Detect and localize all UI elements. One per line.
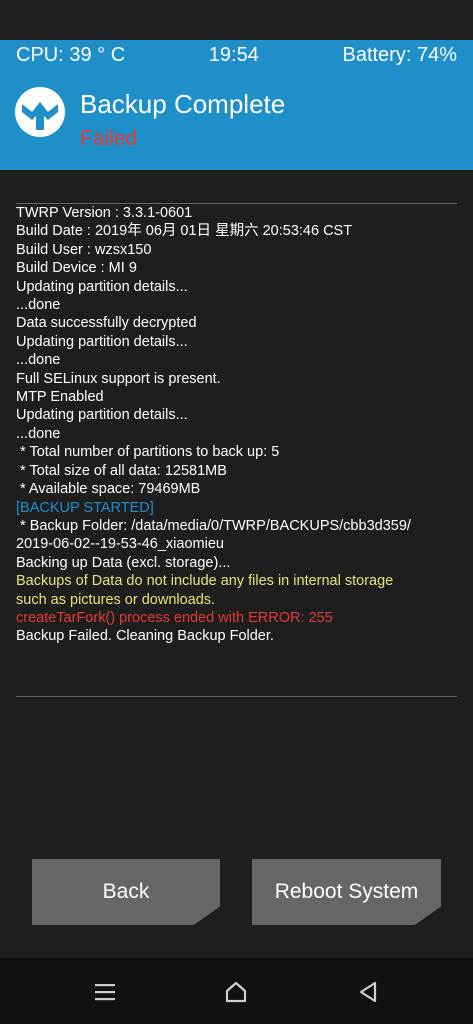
log-line: Backup Failed. Cleaning Backup Folder.	[16, 628, 274, 645]
menu-icon[interactable]	[93, 980, 117, 1004]
navigation-bar	[0, 958, 473, 1024]
log-line: Build User : wzsx150	[16, 241, 152, 258]
clock: 19:54	[208, 44, 259, 66]
log-line: * Total number of partitions to back up:…	[16, 444, 280, 461]
log-line: Backups of Data do not include any files…	[16, 573, 394, 590]
log-line: Updating partition details...	[16, 407, 188, 424]
log-line: Updating partition details...	[16, 333, 188, 350]
header: Backup Complete Failed	[0, 71, 473, 170]
log-line: MTP Enabled	[16, 389, 104, 406]
home-icon[interactable]	[224, 980, 248, 1004]
twrp-logo-icon	[15, 87, 65, 137]
back-triangle-icon[interactable]	[356, 980, 380, 1004]
log-line: Backing up Data (excl. storage)...	[16, 554, 231, 571]
log-line: 2019-06-02--19-53-46_xiaomieu	[16, 536, 224, 553]
status-bar: CPU: 39 ° C 19:54 Battery: 74%	[0, 40, 473, 71]
log-line: ...done	[16, 297, 61, 314]
log-line: [BACKUP STARTED]	[16, 499, 154, 516]
top-strip	[0, 0, 473, 40]
log-line: ...done	[16, 352, 61, 369]
log-line: Build Device : MI 9	[16, 260, 137, 277]
page-title: Backup Complete	[80, 89, 286, 119]
console-bottom-divider	[16, 696, 457, 697]
log-line: Build Date : 2019年 06月 01日 星期六 20:53:46 …	[16, 223, 353, 240]
log-line: such as pictures or downloads.	[16, 591, 216, 608]
log-line: createTarFork() process ended with ERROR…	[16, 609, 333, 626]
back-button[interactable]: Back	[32, 859, 220, 925]
result-status: Failed	[80, 127, 138, 150]
log-line: Full SELinux support is present.	[16, 370, 221, 387]
cpu-temp: CPU: 39 ° C	[16, 44, 126, 66]
reboot-system-button[interactable]: Reboot System	[252, 859, 441, 925]
log-line: * Available space: 79469MB	[16, 481, 201, 498]
battery-level: Battery: 74%	[342, 44, 457, 66]
log-line: Data successfully decrypted	[16, 315, 197, 332]
log-console[interactable]: TWRP Version : 3.3.1-0601 Build Date : 20…	[16, 204, 460, 646]
log-line: * Total size of all data: 12581MB	[16, 462, 227, 479]
log-line: * Backup Folder: /data/media/0/TWRP/BACK…	[16, 517, 411, 534]
log-line: Updating partition details...	[16, 278, 188, 295]
log-line: ...done	[16, 425, 61, 442]
log-line: TWRP Version : 3.3.1-0601	[16, 205, 193, 221]
